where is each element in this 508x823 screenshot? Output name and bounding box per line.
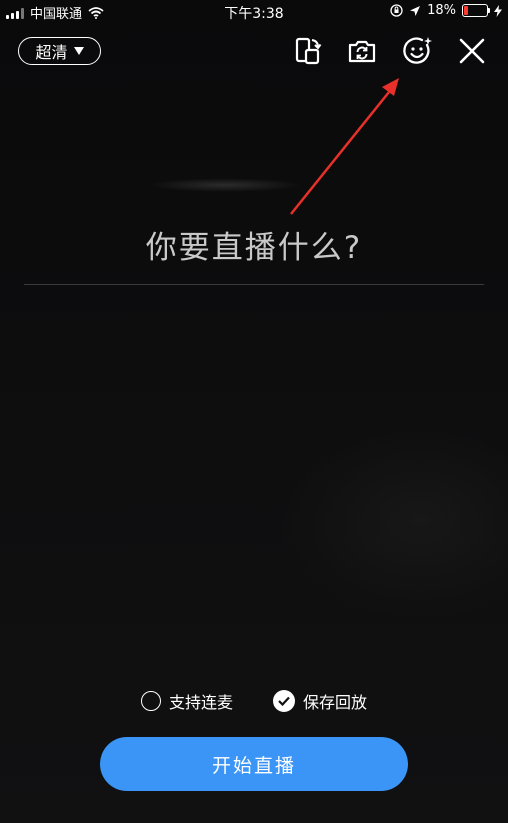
- beauty-face-icon: [403, 37, 432, 64]
- close-button[interactable]: [454, 34, 490, 68]
- signal-strength-icon: [6, 7, 24, 19]
- charging-bolt-icon: [494, 4, 502, 17]
- rotate-screen-icon: [295, 37, 322, 65]
- battery-level: [464, 6, 468, 15]
- status-bar: 中国联通 下午3:38 18%: [0, 0, 508, 24]
- wifi-icon: [88, 6, 104, 19]
- beauty-filter-button[interactable]: [399, 34, 435, 68]
- co-host-label: 支持连麦: [168, 693, 233, 712]
- location-arrow-icon: [410, 5, 421, 16]
- flip-camera-icon: [348, 40, 376, 63]
- checked-circle-icon[interactable]: [273, 690, 295, 712]
- status-right: 18%: [390, 3, 502, 18]
- quality-selector[interactable]: 超清: [18, 37, 101, 65]
- dropdown-triangle-icon: [73, 47, 84, 55]
- rotate-screen-button[interactable]: [289, 34, 325, 68]
- battery-icon: [462, 4, 490, 17]
- topic-input-underline: [24, 284, 484, 285]
- live-topic-prompt[interactable]: 你要直播什么?: [0, 222, 508, 267]
- save-replay-option[interactable]: 保存回放: [273, 689, 367, 713]
- close-icon: [459, 38, 485, 64]
- save-replay-label: 保存回放: [303, 693, 368, 712]
- stream-options: 支持连麦 保存回放: [0, 689, 508, 713]
- co-host-option[interactable]: 支持连麦: [140, 689, 233, 713]
- start-live-button[interactable]: 开始直播: [100, 737, 408, 791]
- flip-camera-button[interactable]: [344, 34, 380, 68]
- quality-label: 超清: [35, 43, 68, 62]
- status-left: 中国联通: [6, 3, 104, 22]
- orientation-lock-icon: [390, 4, 403, 17]
- checkmark-icon: [278, 696, 290, 706]
- battery-percent: 18%: [427, 3, 456, 18]
- unchecked-circle-icon[interactable]: [140, 691, 161, 711]
- top-toolbar: [289, 34, 490, 68]
- carrier-name: 中国联通: [30, 7, 83, 22]
